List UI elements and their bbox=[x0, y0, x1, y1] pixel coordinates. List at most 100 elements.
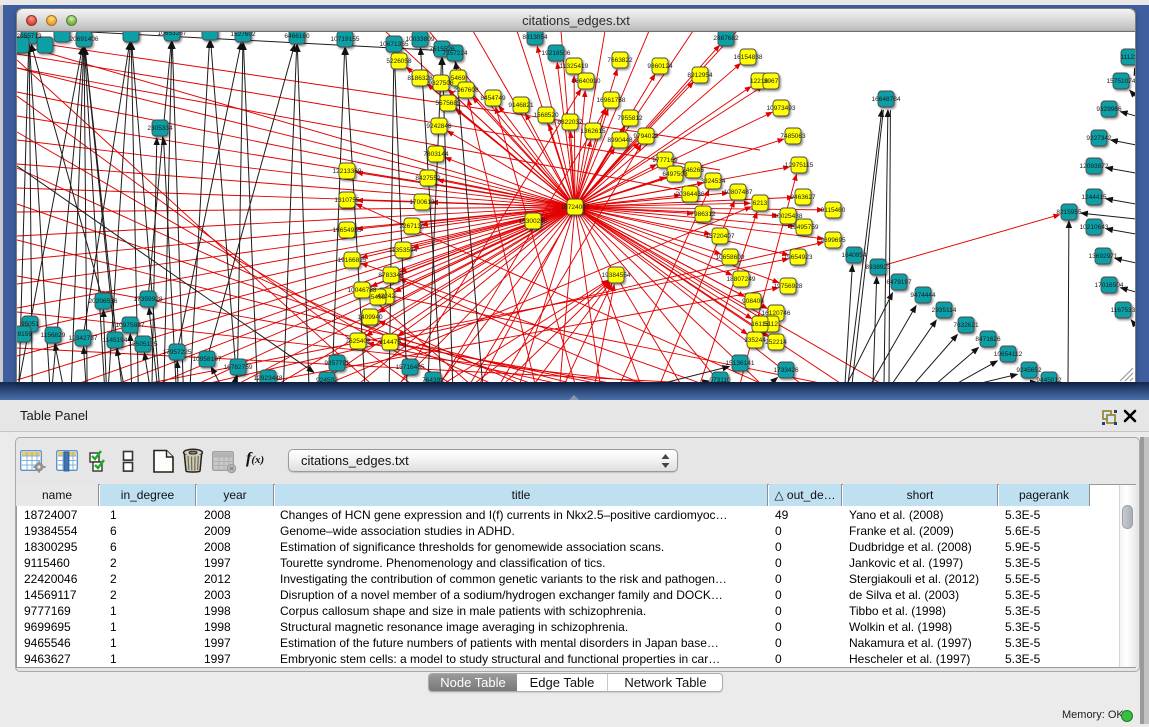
svg-text:5575685: 5575685 bbox=[435, 100, 461, 107]
svg-text:1156829: 1156829 bbox=[41, 332, 66, 339]
svg-text:15136141: 15136141 bbox=[726, 360, 755, 367]
svg-text:12342737: 12342737 bbox=[69, 335, 98, 342]
svg-text:9777169: 9777169 bbox=[652, 157, 678, 164]
svg-text:7955812: 7955812 bbox=[617, 115, 643, 122]
svg-text:5469: 5469 bbox=[451, 75, 466, 82]
svg-text:19756928: 19756928 bbox=[774, 283, 803, 290]
svg-text:20364436: 20364436 bbox=[676, 191, 705, 198]
svg-text:8783342: 8783342 bbox=[378, 272, 404, 279]
svg-text:1409940: 1409940 bbox=[357, 314, 383, 321]
svg-text:908406: 908406 bbox=[742, 298, 764, 305]
svg-text:9227342: 9227342 bbox=[1086, 135, 1112, 142]
svg-text:252214: 252214 bbox=[765, 339, 787, 346]
svg-text:9329966: 9329966 bbox=[1096, 106, 1122, 113]
svg-text:1362615: 1362615 bbox=[580, 128, 606, 135]
svg-text:19654955: 19654955 bbox=[333, 227, 362, 234]
svg-text:10658609: 10658609 bbox=[716, 254, 745, 261]
svg-text:135244: 135244 bbox=[744, 337, 766, 344]
svg-text:2887682: 2887682 bbox=[713, 35, 739, 42]
svg-text:9857791: 9857791 bbox=[324, 360, 350, 367]
svg-text:1568520: 1568520 bbox=[533, 112, 559, 119]
svg-text:19384554: 19384554 bbox=[602, 272, 631, 279]
svg-text:15720407: 15720407 bbox=[706, 233, 735, 240]
svg-text:8990448: 8990448 bbox=[607, 137, 633, 144]
svg-text:746266: 746266 bbox=[682, 167, 704, 174]
svg-text:20206536: 20206536 bbox=[89, 298, 118, 305]
svg-text:2935114: 2935114 bbox=[932, 307, 957, 314]
svg-text:8471626: 8471626 bbox=[975, 336, 1001, 343]
svg-text:1640954: 1640954 bbox=[841, 252, 867, 259]
svg-text:12505135: 12505135 bbox=[129, 341, 158, 348]
svg-text:10975887: 10975887 bbox=[116, 322, 145, 329]
svg-text:16961758: 16961758 bbox=[597, 97, 626, 104]
svg-text:16648784: 16648784 bbox=[872, 96, 901, 103]
svg-text:973110: 973110 bbox=[709, 377, 731, 382]
svg-text:1527602: 1527602 bbox=[230, 32, 256, 38]
svg-text:7663822: 7663822 bbox=[607, 57, 633, 64]
svg-text:95051: 95051 bbox=[21, 321, 39, 328]
svg-text:7485063: 7485063 bbox=[780, 133, 806, 140]
svg-text:3967: 3967 bbox=[764, 78, 779, 85]
svg-text:764391: 764391 bbox=[422, 377, 444, 382]
svg-text:9474444: 9474444 bbox=[910, 292, 936, 299]
svg-text:10025438: 10025438 bbox=[774, 213, 803, 220]
svg-text:15716485: 15716485 bbox=[396, 364, 425, 371]
svg-text:20691406: 20691406 bbox=[70, 36, 99, 43]
svg-text:10653267: 10653267 bbox=[158, 32, 187, 37]
svg-text:7803144: 7803144 bbox=[423, 151, 449, 158]
svg-text:3824534: 3824534 bbox=[700, 178, 726, 185]
svg-text:10033809: 10033809 bbox=[406, 36, 435, 43]
svg-text:16640910: 16640910 bbox=[572, 78, 601, 85]
svg-text:10958107: 10958107 bbox=[193, 356, 222, 363]
svg-text:1310755: 1310755 bbox=[334, 197, 360, 204]
svg-text:5498: 5498 bbox=[371, 294, 386, 301]
svg-text:17016504: 17016504 bbox=[1095, 282, 1124, 289]
svg-text:1700613: 1700613 bbox=[409, 199, 435, 206]
svg-text:10046788: 10046788 bbox=[348, 287, 377, 294]
svg-text:10719155: 10719155 bbox=[331, 36, 360, 43]
svg-text:9242848: 9242848 bbox=[426, 123, 452, 130]
svg-text:18807249: 18807249 bbox=[727, 276, 756, 283]
svg-text:16120746: 16120746 bbox=[762, 310, 791, 317]
svg-text:10671355: 10671355 bbox=[380, 41, 409, 48]
svg-text:19166825: 19166825 bbox=[338, 257, 367, 264]
svg-text:19495759: 19495759 bbox=[790, 224, 819, 231]
svg-text:1167533: 1167533 bbox=[1111, 307, 1135, 314]
svg-text:2967608: 2967608 bbox=[453, 87, 479, 94]
svg-text:8938923: 8938923 bbox=[865, 264, 891, 271]
svg-text:10973493: 10973493 bbox=[767, 105, 796, 112]
svg-text:11123: 11123 bbox=[1120, 54, 1135, 61]
svg-text:19218506: 19218506 bbox=[542, 50, 571, 57]
svg-text:9699695: 9699695 bbox=[820, 237, 846, 244]
svg-text:9445012: 9445012 bbox=[1036, 377, 1062, 382]
svg-text:2055713: 2055713 bbox=[17, 33, 42, 40]
svg-text:9860124: 9860124 bbox=[647, 63, 673, 70]
svg-text:9146821: 9146821 bbox=[508, 102, 534, 109]
svg-text:2305334: 2305334 bbox=[147, 125, 173, 132]
svg-text:10210643: 10210643 bbox=[1080, 224, 1109, 231]
svg-text:7632621: 7632621 bbox=[953, 322, 979, 329]
svg-text:9463627: 9463627 bbox=[790, 194, 816, 201]
svg-text:12213369: 12213369 bbox=[333, 168, 362, 175]
svg-text:16154838: 16154838 bbox=[734, 54, 763, 61]
svg-text:6213: 6213 bbox=[753, 200, 768, 207]
svg-text:6479197: 6479197 bbox=[886, 279, 912, 286]
svg-text:16115: 16115 bbox=[751, 321, 769, 328]
svg-text:8454749: 8454749 bbox=[480, 95, 506, 102]
svg-text:1244415: 1244415 bbox=[1081, 194, 1107, 201]
svg-text:19654923: 19654923 bbox=[784, 254, 813, 261]
svg-text:924502: 924502 bbox=[316, 377, 338, 382]
svg-text:8813054: 8813054 bbox=[522, 34, 548, 41]
svg-text:9115460: 9115460 bbox=[821, 207, 846, 214]
svg-text:16782759: 16782759 bbox=[224, 364, 253, 371]
svg-text:17957225: 17957225 bbox=[163, 349, 192, 356]
svg-text:914479: 914479 bbox=[379, 339, 401, 346]
svg-text:6466160: 6466160 bbox=[284, 33, 310, 40]
svg-text:17359928: 17359928 bbox=[134, 296, 163, 303]
svg-text:10807487: 10807487 bbox=[724, 189, 753, 196]
svg-text:9245652: 9245652 bbox=[1016, 367, 1042, 374]
svg-text:7986312: 7986312 bbox=[690, 211, 716, 218]
svg-text:7625402: 7625402 bbox=[345, 338, 371, 345]
svg-text:7357224: 7357224 bbox=[442, 50, 468, 57]
svg-text:11353594: 11353594 bbox=[389, 247, 418, 254]
